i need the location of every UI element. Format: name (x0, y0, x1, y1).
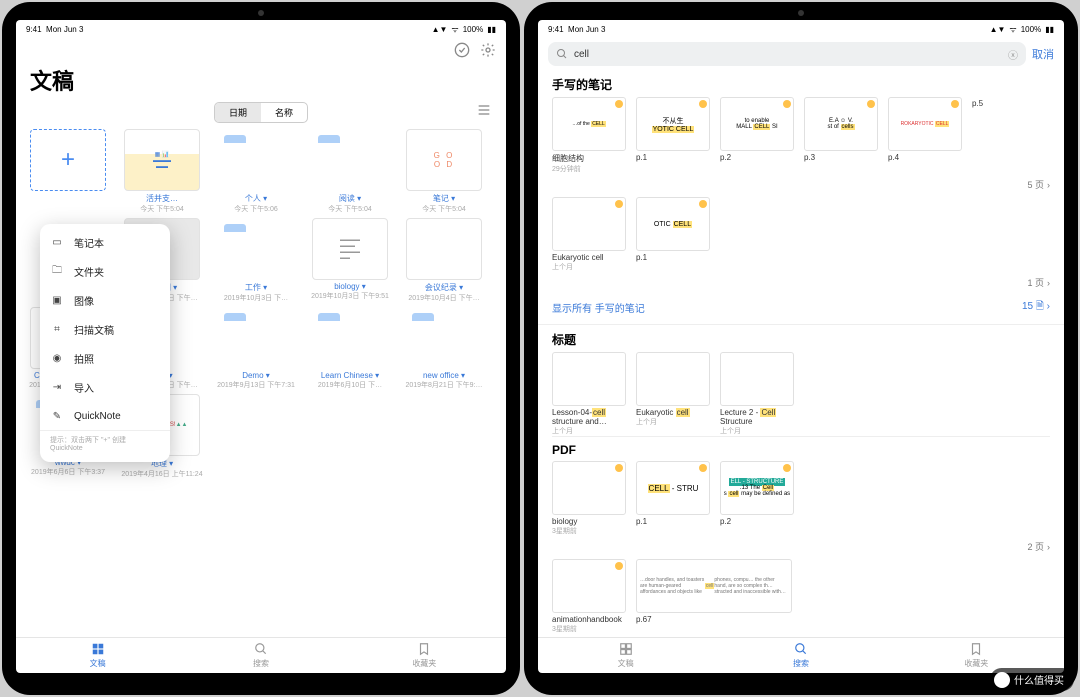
settings-icon[interactable] (480, 42, 496, 58)
cancel-button[interactable]: 取消 (1032, 46, 1054, 62)
popup-photo[interactable]: ◉拍照 (40, 344, 170, 373)
folder-item[interactable]: ☆工作 ▾2019年10月3日 下… (214, 218, 298, 303)
tab-documents[interactable]: 文稿 (538, 638, 713, 673)
add-document[interactable]: + (26, 129, 110, 214)
folder-item[interactable]: ☆阅读 ▾今天 下午5:04 (308, 129, 392, 214)
folder-item[interactable]: ☆Learn Chinese ▾2019年6月10日 下… (308, 307, 392, 390)
doc-item[interactable]: 会议纪录 ▾2019年10月4日 下午… (402, 218, 486, 303)
result-item[interactable]: animationhandbook3星期前 (552, 559, 630, 634)
page-count[interactable]: 2 页 › (1027, 540, 1050, 553)
image-icon: ▣ (50, 294, 64, 308)
clear-icon[interactable]: ⓧ (1008, 47, 1018, 62)
result-item[interactable]: ROKARYOTIC CELLp.4 (888, 97, 966, 174)
status-bar: 9:41 Mon Jun 3 ▲▼ᯤ100%▮▮ (16, 20, 506, 38)
select-icon[interactable] (454, 42, 470, 58)
search-input[interactable]: cell ⓧ (548, 42, 1026, 66)
popup-image[interactable]: ▣图像 (40, 286, 170, 315)
result-item[interactable]: Lesson-04-cell structure and…上个月 (552, 352, 630, 436)
tab-search[interactable]: 搜索 (179, 638, 342, 673)
result-item[interactable]: …door handles, and toasters are human-ge… (636, 559, 796, 634)
folder-item[interactable]: ☆Demo ▾2019年9月13日 下午7:31 (214, 307, 298, 390)
page-title: 文稿 (16, 62, 506, 102)
result-item[interactable]: ELL - STRUCTURE.13 The Cells cell may be… (720, 461, 798, 536)
search-icon (556, 48, 568, 60)
page-count[interactable]: 1 页 › (1027, 276, 1050, 289)
list-view-icon[interactable] (476, 102, 492, 118)
seg-name[interactable]: 名称 (261, 103, 307, 122)
popup-scan[interactable]: ⌗扫描文稿 (40, 315, 170, 344)
quicknote-icon: ✎ (50, 409, 64, 423)
result-item[interactable]: p.5 (972, 97, 1050, 174)
popup-import[interactable]: ⇥导入 (40, 373, 170, 402)
result-item[interactable]: to enableMALL CELL SIp.2 (720, 97, 798, 174)
result-item[interactable]: Lecture 2 - Cell Structure上个月 (720, 352, 798, 436)
doc-item[interactable]: ▦ 📊▬▬▬▬▬活并支…今天 下午5:04 (120, 129, 204, 214)
result-item[interactable]: OTIC CELLp.1 (636, 197, 714, 272)
sort-segmented[interactable]: 日期 名称 (214, 102, 308, 123)
new-document-popup: ▭笔记本 🗀文件夹 ▣图像 ⌗扫描文稿 ◉拍照 ⇥导入 ✎QuickNote 提… (40, 224, 170, 462)
status-bar: 9:41 Mon Jun 3 ▲▼ᯤ100%▮▮ (538, 20, 1064, 38)
folder-icon: 🗀 (50, 265, 64, 279)
tab-search[interactable]: 搜索 (713, 638, 888, 673)
tab-bar: 文稿 搜索 收藏夹 (538, 637, 1064, 673)
section-pdf: PDF (538, 437, 1064, 461)
notebook-icon: ▭ (50, 236, 64, 250)
result-item[interactable]: 不从生YOTIC CELLp.1 (636, 97, 714, 174)
scan-icon: ⌗ (50, 323, 64, 337)
plus-icon[interactable]: + (30, 129, 106, 191)
result-item[interactable]: …of the CELL细胞结构29分钟前 (552, 97, 630, 174)
watermark: 什么值得买 (990, 668, 1074, 691)
page-count[interactable]: 5 页 › (1027, 178, 1050, 191)
section-titles: 标题 (538, 325, 1064, 352)
section-handwritten: 手写的笔记 (538, 70, 1064, 97)
popup-hint: 提示：双击两下 "+" 创建 QuickNote (40, 430, 170, 458)
result-item[interactable]: Eukaryotic cell上个月 (552, 197, 630, 272)
popup-notebook[interactable]: ▭笔记本 (40, 228, 170, 257)
result-item[interactable]: biology3星期前 (552, 461, 630, 536)
popup-quicknote[interactable]: ✎QuickNote (40, 402, 170, 430)
import-icon: ⇥ (50, 381, 64, 395)
show-all-handwritten[interactable]: 显示所有 手写的笔记15 🗎 › (538, 295, 1064, 325)
folder-item[interactable]: ☆个人 ▾今天 下午5:06 (214, 129, 298, 214)
result-item[interactable]: E.A ☺ V.st of cellsp.3 (804, 97, 882, 174)
doc-item[interactable]: ▬▬▬▬▬▬▬▬▬▬▬▬▬biology ▾2019年10月3日 下午9:51 (308, 218, 392, 303)
result-item[interactable]: Eukaryotic cell上个月 (636, 352, 714, 436)
folder-item[interactable]: ☆new office ▾2019年8月21日 下午9:… (402, 307, 486, 390)
doc-item[interactable]: G OO D笔记 ▾今天 下午5:04 (402, 129, 486, 214)
result-item[interactable]: CELL - STRUp.1 (636, 461, 714, 536)
search-query: cell (574, 49, 589, 60)
tab-favorites[interactable]: 收藏夹 (343, 638, 506, 673)
tab-bar: 文稿 搜索 收藏夹 (16, 637, 506, 673)
popup-folder[interactable]: 🗀文件夹 (40, 257, 170, 286)
seg-date[interactable]: 日期 (215, 103, 261, 122)
tab-documents[interactable]: 文稿 (16, 638, 179, 673)
camera-icon: ◉ (50, 352, 64, 366)
